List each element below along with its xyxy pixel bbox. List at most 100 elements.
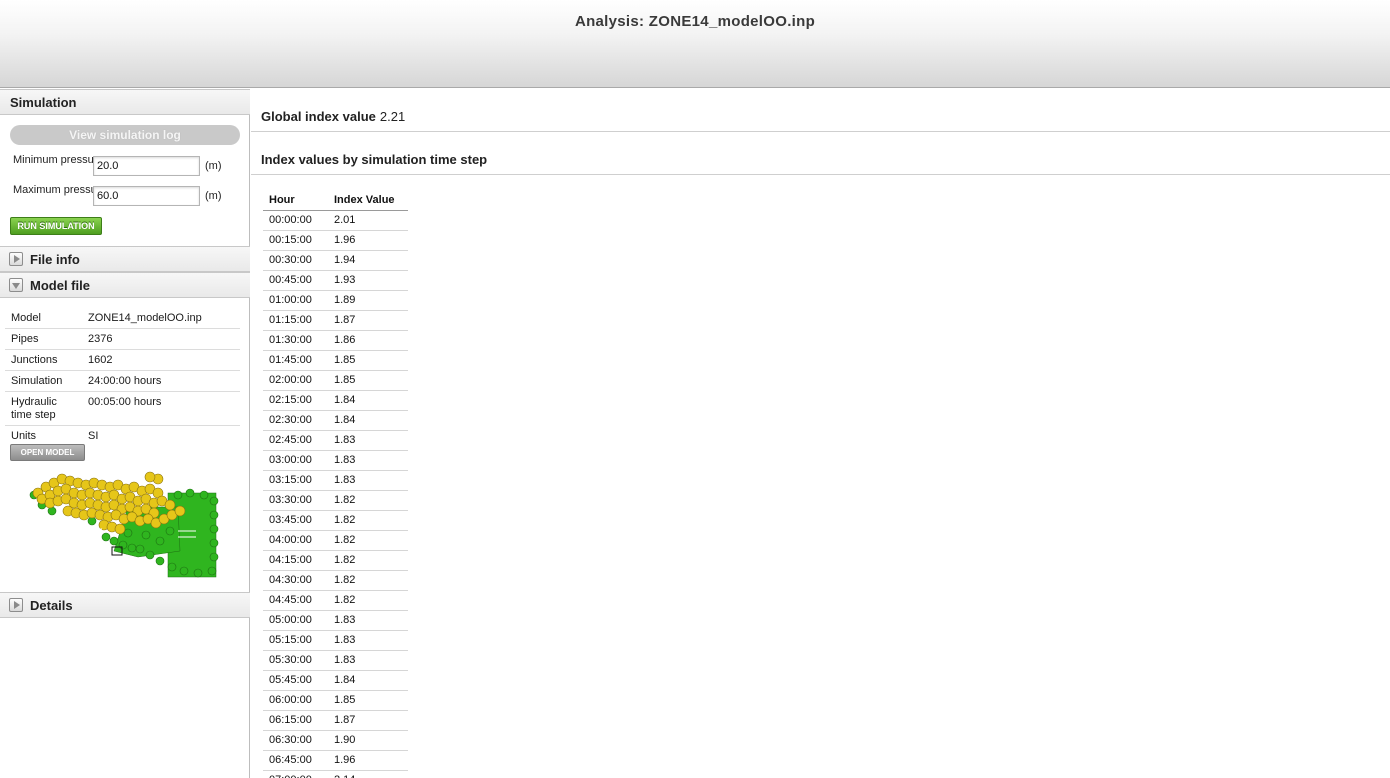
main-content: Global index value 2.21 Index values by s… xyxy=(251,89,1390,778)
table-row: 03:30:00 1.82 xyxy=(263,490,408,511)
table-row: 06:15:00 1.87 xyxy=(263,710,408,731)
table-row: 05:15:00 1.83 xyxy=(263,630,408,651)
table-row: 04:30:00 1.82 xyxy=(263,570,408,591)
section-subtitle: Index values by simulation time step xyxy=(261,152,488,167)
details-section-label: Details xyxy=(30,597,73,613)
file-info-section-label: File info xyxy=(30,251,80,267)
file-info-section-header[interactable]: File info xyxy=(0,246,250,272)
model-info-key: Pipes xyxy=(5,328,82,350)
view-simulation-log-button[interactable]: View simulation log xyxy=(10,125,240,145)
minimum-pressure-input[interactable] xyxy=(93,156,200,176)
index-value-cell: 1.94 xyxy=(328,250,408,271)
table-header-row: Hour Index Value xyxy=(263,190,408,211)
index-value-cell: 1.89 xyxy=(328,290,408,311)
hour-cell: 00:30:00 xyxy=(263,250,328,271)
hour-cell: 01:00:00 xyxy=(263,290,328,311)
model-info-key: Simulation xyxy=(5,370,82,392)
index-value-cell: 1.82 xyxy=(328,510,408,531)
index-value-cell: 1.90 xyxy=(328,730,408,751)
table-row: 07:00:002.14 xyxy=(263,770,408,778)
simulation-section-header: Simulation xyxy=(0,89,250,115)
model-info-value: 2376 xyxy=(82,328,240,350)
model-info-row: Hydraulic time step 00:05:00 hours xyxy=(5,391,240,426)
table-row: 05:45:00 1.84 xyxy=(263,670,408,691)
model-file-section-header[interactable]: Model file xyxy=(0,272,250,298)
sidebar: Simulation View simulation log Minimum p… xyxy=(0,89,250,778)
index-value-cell: 1.85 xyxy=(328,690,408,711)
run-simulation-button[interactable]: RUN SIMULATION xyxy=(10,217,102,235)
index-value-cell: 1.96 xyxy=(328,230,408,251)
expand-triangle-icon[interactable] xyxy=(9,252,23,266)
table-row: 05:30:00 1.83 xyxy=(263,650,408,671)
table-row: 00:30:00 1.94 xyxy=(263,250,408,271)
table-row: 00:15:00 1.96 xyxy=(263,230,408,251)
model-file-section-label: Model file xyxy=(30,277,90,293)
model-info-key: Junctions xyxy=(5,349,82,371)
table-row: 03:45:00 1.82 xyxy=(263,510,408,531)
table-row: 00:00:00 2.01 xyxy=(263,210,408,231)
hour-cell: 06:15:00 xyxy=(263,710,328,731)
index-value-cell: 1.83 xyxy=(328,650,408,671)
hour-cell: 03:00:00 xyxy=(263,450,328,471)
column-header-hour: Hour xyxy=(263,190,328,211)
model-info-key: Model xyxy=(5,308,82,329)
minimum-pressure-label: Minimum pressure xyxy=(13,154,104,166)
model-info-row: Model ZONE14_modelOO.inp xyxy=(5,308,240,329)
index-value-cell: 1.85 xyxy=(328,370,408,391)
hour-cell: 04:45:00 xyxy=(263,590,328,611)
table-row: 02:30:00 1.84 xyxy=(263,410,408,431)
table-row: 01:30:00 1.86 xyxy=(263,330,408,351)
model-info-value: SI xyxy=(88,430,99,442)
model-info-row: Simulation 24:00:00 hours xyxy=(5,370,240,392)
collapse-triangle-icon[interactable] xyxy=(9,278,23,292)
index-value-cell: 1.82 xyxy=(328,550,408,571)
model-info-row: Pipes 2376 xyxy=(5,328,240,350)
model-info-table: Model ZONE14_modelOO.inp Pipes 2376 Junc… xyxy=(5,308,240,446)
hour-cell: 01:45:00 xyxy=(263,350,328,371)
index-value-cell: 1.83 xyxy=(328,630,408,651)
index-value-cell: 1.84 xyxy=(328,410,408,431)
hour-cell: 07:00:00 xyxy=(263,770,328,778)
hour-cell: 03:15:00 xyxy=(263,470,328,491)
details-section-header[interactable]: Details xyxy=(0,592,250,618)
table-row: 04:45:00 1.82 xyxy=(263,590,408,611)
hour-cell: 03:45:00 xyxy=(263,510,328,531)
hour-cell: 04:30:00 xyxy=(263,570,328,591)
index-value-cell: 1.83 xyxy=(328,430,408,451)
index-value-cell: 2.14 xyxy=(328,770,408,778)
table-row: 02:00:00 1.85 xyxy=(263,370,408,391)
global-index: Global index value 2.21 xyxy=(261,109,405,124)
hour-cell: 02:00:00 xyxy=(263,370,328,391)
table-row: 01:00:00 1.89 xyxy=(263,290,408,311)
table-row: 04:15:00 1.82 xyxy=(263,550,408,571)
index-value-cell: 1.82 xyxy=(328,570,408,591)
maximum-pressure-unit: (m) xyxy=(205,190,222,202)
table-row: 06:00:00 1.85 xyxy=(263,690,408,711)
index-value-cell: 1.86 xyxy=(328,330,408,351)
model-info-value: ZONE14_modelOO.inp xyxy=(82,308,240,329)
model-info-key: Units xyxy=(11,430,37,442)
index-value-cell: 1.87 xyxy=(328,310,408,331)
index-value-cell: 1.87 xyxy=(328,710,408,731)
hour-cell: 04:00:00 xyxy=(263,530,328,551)
expand-triangle-icon[interactable] xyxy=(9,598,23,612)
model-info-value: 1602 xyxy=(82,349,240,371)
network-map-thumbnail[interactable] xyxy=(28,471,222,579)
divider xyxy=(251,131,1390,132)
index-timestep-table: Hour Index Value 00:00:00 2.01 00:15:00 1.9… xyxy=(263,190,408,778)
index-value-cell: 1.96 xyxy=(328,750,408,771)
open-model-button[interactable]: OPEN MODEL xyxy=(10,444,85,461)
hour-cell: 06:00:00 xyxy=(263,690,328,711)
maximum-pressure-input[interactable] xyxy=(93,186,200,206)
index-value-cell: 1.84 xyxy=(328,670,408,691)
index-value-cell: 1.83 xyxy=(328,470,408,491)
table-row: 02:15:00 1.84 xyxy=(263,390,408,411)
hour-cell: 01:30:00 xyxy=(263,330,328,351)
model-info-key: Hydraulic time step xyxy=(5,391,82,426)
hour-cell: 00:45:00 xyxy=(263,270,328,291)
table-row: 04:00:00 1.82 xyxy=(263,530,408,551)
index-value-cell: 1.84 xyxy=(328,390,408,411)
model-info-row: Junctions 1602 xyxy=(5,349,240,371)
hour-cell: 00:15:00 xyxy=(263,230,328,251)
global-index-value: 2.21 xyxy=(379,109,406,124)
